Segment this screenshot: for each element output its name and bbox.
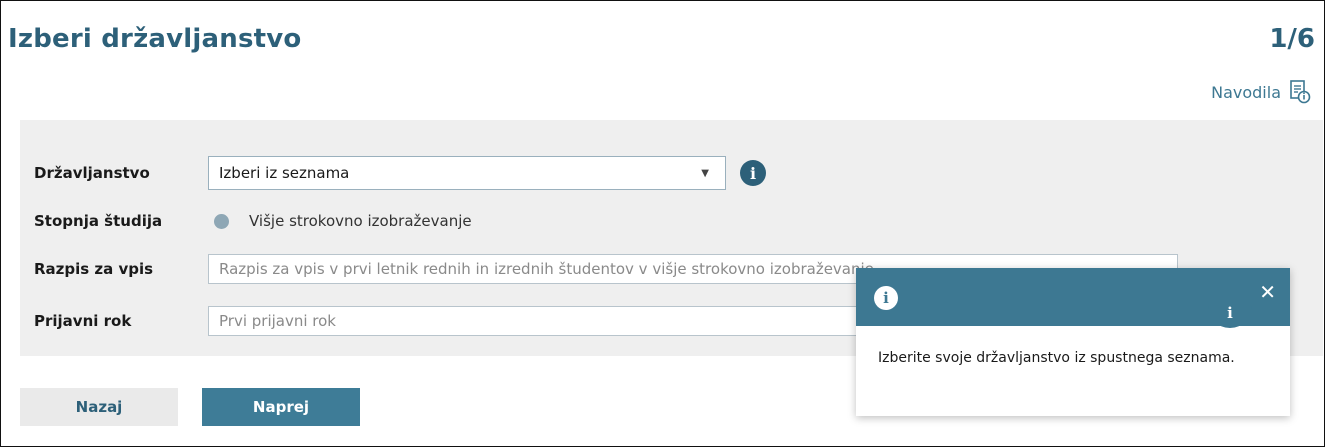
call-label: Razpis za vpis: [34, 260, 154, 278]
tooltip-text: Izberite svoje državljanstvo iz spustneg…: [878, 350, 1235, 366]
study-level-radio[interactable]: [214, 213, 229, 229]
study-level-row: Stopnja študija Višje strokovno izobraže…: [34, 212, 472, 230]
info-tooltip: i ✕ i Izberite svoje državljanstvo iz sp…: [856, 268, 1290, 416]
help-link[interactable]: Navodila: [1211, 80, 1311, 104]
next-button[interactable]: Naprej: [202, 388, 360, 426]
study-level-option-label: Višje strokovno izobraževanje: [249, 212, 472, 230]
citizenship-select[interactable]: Izberi iz seznama ▼: [208, 156, 726, 190]
deadline-label: Prijavni rok: [34, 312, 132, 330]
instructions-document-icon: [1290, 80, 1311, 104]
citizenship-select-value: Izberi iz seznama: [219, 164, 350, 182]
info-icon[interactable]: i: [740, 160, 766, 186]
back-button[interactable]: Nazaj: [20, 388, 178, 426]
chevron-down-icon: ▼: [701, 167, 709, 179]
citizenship-row: Državljanstvo Izberi iz seznama ▼ i: [34, 156, 766, 190]
study-level-label: Stopnja študija: [34, 212, 163, 230]
help-link-label: Navodila: [1211, 82, 1281, 102]
step-indicator: 1/6: [1269, 24, 1315, 54]
citizenship-label: Državljanstvo: [34, 164, 150, 182]
tooltip-info-icon: i: [874, 286, 898, 310]
close-icon[interactable]: ✕: [1259, 280, 1276, 304]
page-title: Izberi državljanstvo: [8, 24, 302, 54]
